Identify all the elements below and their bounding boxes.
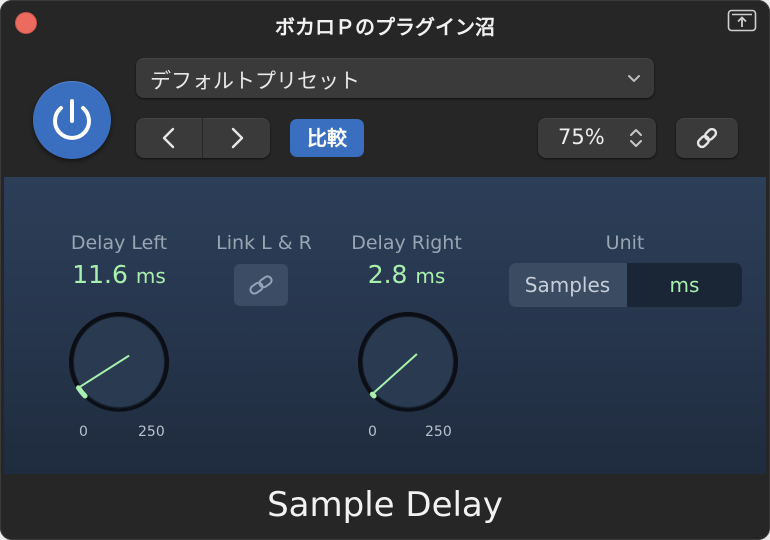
delay-right-max: 250 xyxy=(425,424,452,440)
delay-left-label: Delay Left xyxy=(70,232,168,254)
delay-left-min: 0 xyxy=(79,424,88,440)
unit-label: Unit xyxy=(605,232,645,254)
window-title: ボカロＰのプラグイン沼 xyxy=(275,15,495,39)
zoom-select[interactable]: 75% xyxy=(538,118,656,158)
previous-preset-button[interactable] xyxy=(136,118,203,158)
delay-right-min: 0 xyxy=(368,424,377,440)
power-button[interactable] xyxy=(33,81,111,159)
plugin-panel: Delay Left 11.6 ms 0 250 Link L & R Dela… xyxy=(4,177,766,474)
link-icon xyxy=(696,127,718,149)
power-icon xyxy=(53,99,91,140)
delay-left-max: 250 xyxy=(138,424,165,440)
updown-chevron-icon xyxy=(630,129,642,147)
title-bar: ボカロＰのプラグイン沼 xyxy=(0,0,770,48)
link-button[interactable] xyxy=(676,118,738,158)
delay-right-unit: ms xyxy=(415,264,446,288)
share-icon xyxy=(727,9,757,32)
compare-button[interactable]: 比較 xyxy=(290,119,364,157)
delay-right-knob[interactable] xyxy=(353,307,463,421)
zoom-value: 75% xyxy=(558,125,605,149)
unit-segmented-control: Samples ms xyxy=(509,263,742,307)
unit-option-samples[interactable]: Samples xyxy=(509,263,626,307)
share-button[interactable] xyxy=(727,9,757,33)
preset-label: デフォルトプリセット xyxy=(150,69,360,93)
delay-left-value-display: 11.6 ms xyxy=(64,260,174,289)
link-lr-button[interactable] xyxy=(234,264,288,306)
delay-right-value-display: 2.8 ms xyxy=(344,260,469,289)
next-preset-button[interactable] xyxy=(203,118,270,158)
delay-right-value: 2.8 xyxy=(367,260,408,289)
delay-left-value: 11.6 xyxy=(72,260,128,289)
chevron-down-icon xyxy=(628,75,640,82)
link-icon xyxy=(249,275,273,295)
chevron-right-icon xyxy=(231,127,244,149)
plugin-name: Sample Delay xyxy=(267,485,503,525)
chevron-left-icon xyxy=(162,127,175,149)
delay-left-knob[interactable] xyxy=(64,307,174,421)
preset-select[interactable]: デフォルトプリセット xyxy=(136,58,654,98)
preset-nav xyxy=(136,118,270,158)
plugin-window: ボカロＰのプラグイン沼 デフォルトプリセット 比較 75% Delay Left… xyxy=(0,0,770,540)
link-lr-label: Link L & R xyxy=(216,232,312,254)
delay-left-unit: ms xyxy=(135,264,166,288)
delay-right-label: Delay Right xyxy=(351,232,462,254)
unit-option-ms[interactable]: ms xyxy=(627,263,742,307)
